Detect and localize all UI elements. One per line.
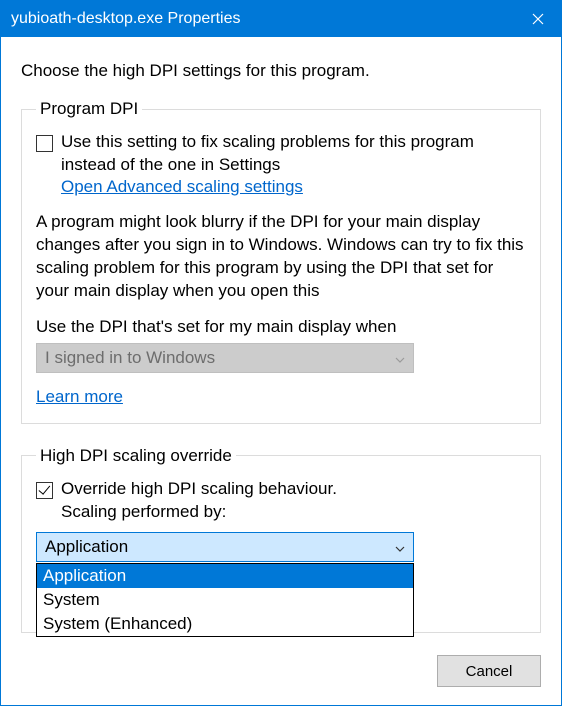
dialog-content: Choose the high DPI settings for this pr… bbox=[1, 37, 561, 675]
scaling-option-system-enhanced[interactable]: System (Enhanced) bbox=[37, 612, 413, 636]
close-icon bbox=[532, 13, 544, 25]
program-dpi-blurb: A program might look blurry if the DPI f… bbox=[36, 211, 526, 303]
dpi-when-combo: I signed in to Windows bbox=[36, 343, 414, 373]
close-button[interactable] bbox=[515, 1, 561, 37]
intro-text: Choose the high DPI settings for this pr… bbox=[21, 61, 541, 81]
dialog-button-row: OK Cancel bbox=[323, 655, 541, 687]
dpi-when-combo-value: I signed in to Windows bbox=[45, 348, 215, 368]
window-title: yubioath-desktop.exe Properties bbox=[11, 10, 240, 28]
scaling-option-system[interactable]: System bbox=[37, 588, 413, 612]
chevron-down-icon bbox=[395, 348, 405, 368]
titlebar: yubioath-desktop.exe Properties bbox=[1, 1, 561, 37]
override-row: Override high DPI scaling behaviour. Sca… bbox=[36, 478, 526, 524]
chevron-down-icon bbox=[395, 537, 405, 557]
override-legend: High DPI scaling override bbox=[36, 446, 236, 466]
program-dpi-group: Program DPI Use this setting to fix scal… bbox=[21, 99, 541, 424]
dpi-when-label: Use the DPI that's set for my main displ… bbox=[36, 317, 526, 337]
override-checkbox[interactable] bbox=[36, 482, 53, 499]
use-setting-label: Use this setting to fix scaling problems… bbox=[61, 131, 526, 177]
program-dpi-legend: Program DPI bbox=[36, 99, 142, 119]
use-setting-checkbox[interactable] bbox=[36, 135, 53, 152]
use-setting-row: Use this setting to fix scaling problems… bbox=[36, 131, 526, 197]
scaling-option-application[interactable]: Application bbox=[37, 564, 413, 588]
scaling-combo[interactable]: Application Application System System (E… bbox=[36, 532, 414, 562]
cancel-button[interactable]: Cancel bbox=[437, 655, 541, 687]
override-group: High DPI scaling override Override high … bbox=[21, 446, 541, 633]
scaling-combo-list: Application System System (Enhanced) bbox=[36, 563, 414, 637]
learn-more-link[interactable]: Learn more bbox=[36, 387, 123, 407]
scaling-combo-value: Application bbox=[45, 537, 128, 557]
advanced-scaling-link[interactable]: Open Advanced scaling settings bbox=[61, 177, 303, 197]
override-label: Override high DPI scaling behaviour. Sca… bbox=[61, 478, 337, 524]
